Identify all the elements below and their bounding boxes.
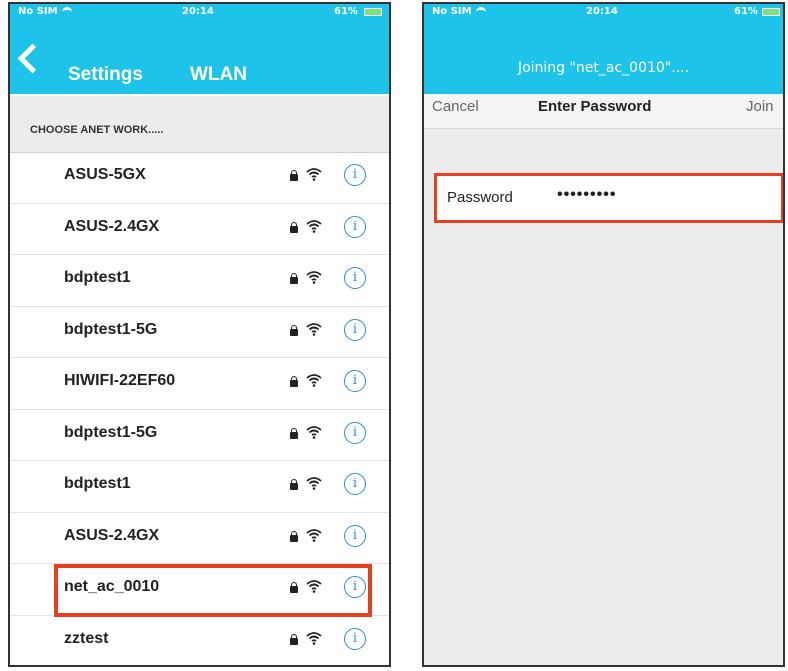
info-icon[interactable]: i — [344, 627, 366, 650]
battery-icon — [364, 8, 382, 16]
back-button-settings[interactable]: Settings — [68, 64, 143, 86]
network-name: zztest — [64, 629, 109, 647]
network-list: ASUS-5GX i ASUS-2.4GX i bdptest1 i bdptest1-5G… — [10, 152, 389, 666]
lock-icon — [290, 273, 298, 284]
wifi-signal-icon — [306, 476, 322, 490]
password-action-bar: Cancel Enter Password Join — [424, 94, 783, 129]
lock-icon — [290, 530, 298, 542]
network-name: HIWIFI-22EF60 — [64, 372, 176, 389]
info-icon[interactable]: i — [344, 215, 366, 238]
clock: 20:14 — [182, 6, 214, 17]
password-form: Password ••••••••• — [424, 129, 783, 665]
wifi-signal-icon — [306, 167, 322, 181]
battery-percent: 61% — [734, 6, 758, 17]
status-bar: No SIM 20:14 61% — [10, 4, 389, 20]
network-row[interactable]: ASUS-2.4GX i — [10, 204, 389, 255]
network-row[interactable]: bdptest1 i — [10, 461, 389, 513]
nav-bar: Joining "net_ac_0010".... — [424, 20, 783, 94]
info-icon[interactable]: i — [344, 421, 366, 444]
lock-icon — [290, 582, 298, 593]
wifi-signal-icon — [306, 631, 322, 645]
lock-icon — [290, 427, 298, 439]
network-name: bdptest1-5G — [64, 320, 158, 338]
carrier-label: No SIM — [18, 6, 72, 17]
back-chevron-icon[interactable] — [17, 43, 48, 74]
status-bar: No SIM 20:14 61% — [424, 4, 783, 20]
dialog-title: Enter Password — [538, 98, 652, 115]
lock-icon — [290, 376, 298, 387]
wifi-signal-icon — [306, 373, 322, 387]
section-header-label: CHOOSE ANET WORK..... — [30, 124, 164, 136]
info-icon[interactable]: i — [344, 576, 366, 598]
network-name: bdptest1 — [64, 269, 131, 286]
wifi-signal-icon — [306, 270, 322, 284]
password-input[interactable]: ••••••••• — [557, 186, 616, 204]
wifi-signal-icon — [306, 579, 322, 593]
network-name: ASUS-2.4GX — [64, 217, 160, 235]
wifi-signal-icon — [306, 322, 322, 336]
password-label: Password — [447, 189, 513, 206]
network-row[interactable]: bdptest1-5G i — [10, 410, 389, 461]
network-name: ASUS-2.4GX — [64, 526, 160, 544]
network-name: bdptest1 — [64, 475, 131, 492]
network-name: net_ac_0010 — [64, 578, 160, 595]
wifi-status-icon — [475, 6, 486, 16]
network-row[interactable]: ASUS-2.4GX i — [10, 513, 389, 564]
nav-bar: Settings WLAN — [10, 20, 389, 94]
network-row[interactable]: ASUS-5GX i — [10, 152, 389, 204]
network-row[interactable]: net_ac_0010 i — [10, 564, 389, 616]
info-icon[interactable]: i — [344, 318, 366, 341]
section-header: CHOOSE ANET WORK..... — [10, 96, 389, 153]
cancel-button[interactable]: Cancel — [432, 98, 479, 115]
wlan-screen: No SIM 20:14 61% Settings WLAN CHOOSE AN… — [8, 2, 391, 667]
battery-percent: 61% — [334, 6, 358, 17]
wifi-signal-icon — [306, 425, 322, 439]
info-icon[interactable]: i — [344, 267, 366, 289]
join-button[interactable]: Join — [746, 98, 774, 115]
info-icon[interactable]: i — [344, 524, 366, 547]
lock-icon — [290, 324, 298, 336]
wifi-status-icon — [61, 6, 72, 16]
info-icon[interactable]: i — [344, 370, 366, 392]
network-name: bdptest1-5G — [64, 423, 158, 441]
network-row[interactable]: HIWIFI-22EF60 i — [10, 358, 389, 410]
wifi-signal-icon — [306, 219, 322, 233]
password-screen: No SIM 20:14 61% Joining "net_ac_0010"..… — [422, 2, 785, 667]
lock-icon — [290, 221, 298, 233]
info-icon[interactable]: i — [344, 164, 366, 186]
wifi-signal-icon — [306, 528, 322, 542]
password-field[interactable]: Password ••••••••• — [434, 173, 783, 223]
network-row[interactable]: bdptest1 i — [10, 255, 389, 307]
network-row[interactable]: bdptest1-5G i — [10, 307, 389, 358]
page-title: WLAN — [190, 64, 247, 85]
network-row[interactable]: zztest i — [10, 616, 389, 666]
lock-icon — [290, 633, 298, 645]
lock-icon — [290, 479, 298, 490]
carrier-label: No SIM — [432, 6, 486, 17]
lock-icon — [290, 170, 298, 181]
info-icon[interactable]: i — [344, 473, 366, 495]
network-name: ASUS-5GX — [64, 166, 146, 183]
clock: 20:14 — [586, 6, 618, 17]
joining-title: Joining "net_ac_0010".... — [517, 60, 690, 76]
battery-icon — [762, 8, 780, 16]
